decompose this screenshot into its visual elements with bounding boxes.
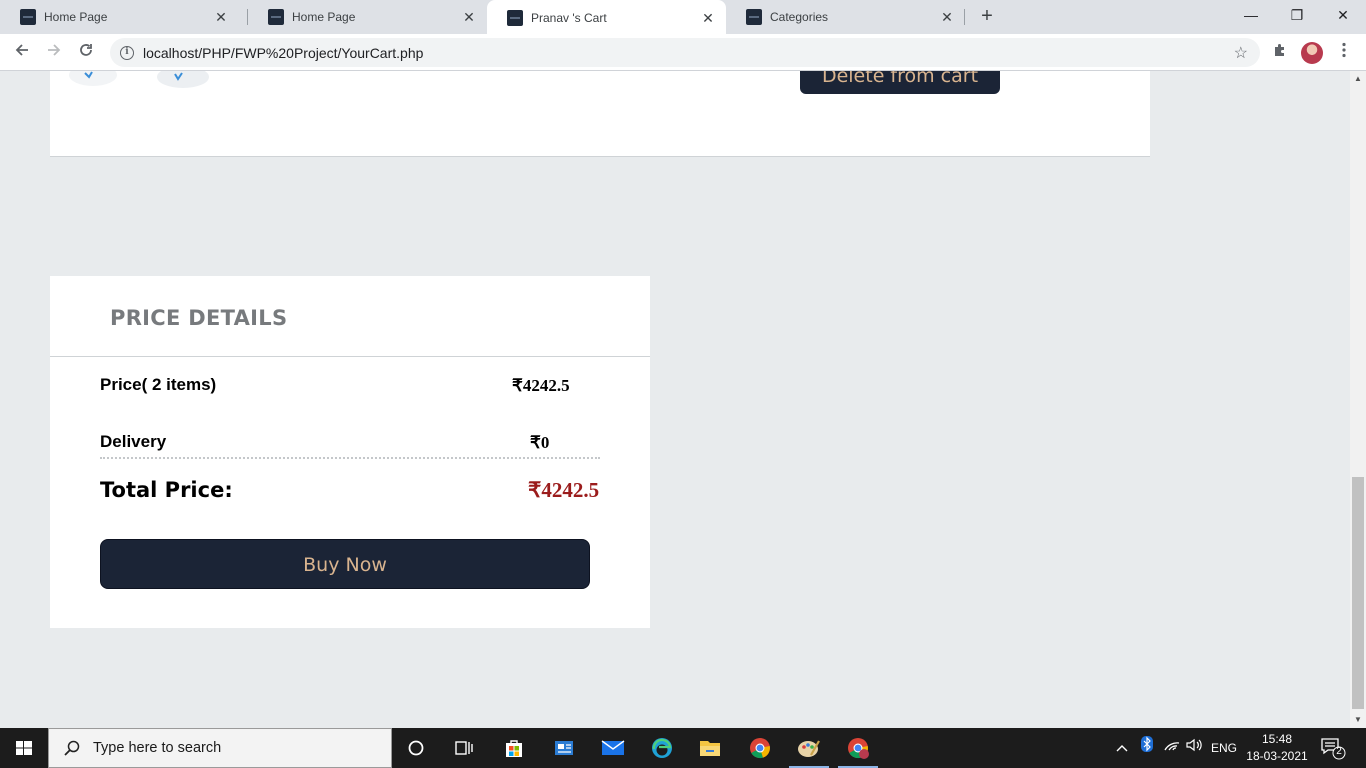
delivery-label: Delivery — [100, 432, 167, 451]
scroll-up-arrow-icon[interactable]: ▲ — [1350, 71, 1366, 87]
scroll-thumb[interactable] — [1352, 477, 1364, 709]
browser-tab[interactable]: Categories ✕ — [726, 0, 965, 34]
total-price-label: Total Price: — [100, 478, 233, 502]
tab-close-icon[interactable]: ✕ — [213, 9, 229, 25]
buy-now-button[interactable]: Buy Now — [100, 539, 590, 589]
tab-title: Home Page — [292, 10, 356, 24]
total-price-value: ₹4242.5 — [528, 478, 600, 502]
system-clock[interactable]: 15:48 18-03-2021 — [1244, 731, 1310, 765]
restore-button[interactable]: ❐ — [1274, 0, 1320, 30]
bluetooth-icon[interactable] — [1137, 728, 1157, 768]
profile-avatar[interactable] — [1301, 42, 1323, 64]
tab-close-icon[interactable]: ✕ — [461, 9, 477, 25]
product-image — [69, 71, 209, 88]
notification-count-badge: 2 — [1336, 746, 1342, 757]
forward-button[interactable] — [41, 40, 67, 66]
chrome-profile-icon[interactable] — [834, 728, 882, 768]
url-text: localhost/PHP/FWP%20Project/YourCart.php — [143, 44, 424, 61]
tab-title: Categories — [770, 10, 829, 24]
cortana-icon[interactable] — [392, 728, 440, 768]
clock-date: 18-03-2021 — [1246, 749, 1308, 763]
page-viewport: Delete from cart PRICE DETAILS Price( 2 … — [0, 71, 1350, 728]
windows-logo-icon — [16, 741, 32, 755]
browser-tab-active[interactable]: Pranav 's Cart ✕ — [487, 0, 726, 36]
forward-arrow-icon — [48, 44, 61, 56]
browser-tab-strip: Home Page ✕ Home Page ✕ Pranav 's Cart ✕… — [0, 0, 1366, 36]
search-placeholder: Type here to search — [93, 740, 222, 756]
file-explorer-icon[interactable] — [686, 728, 734, 768]
divider — [100, 457, 600, 459]
close-window-button[interactable]: ✕ — [1320, 0, 1366, 30]
address-bar[interactable]: i localhost/PHP/FWP%20Project/YourCart.p… — [110, 38, 1260, 67]
price-details-title: PRICE DETAILS — [110, 306, 288, 330]
mail-icon[interactable] — [589, 728, 637, 768]
site-favicon-icon — [268, 9, 284, 25]
site-favicon-icon — [20, 9, 36, 25]
site-favicon-icon — [507, 10, 523, 26]
volume-icon[interactable] — [1184, 728, 1206, 768]
tab-title: Home Page — [44, 10, 108, 24]
scroll-down-arrow-icon[interactable]: ▼ — [1350, 712, 1366, 728]
edge-browser-icon[interactable] — [638, 728, 686, 768]
microsoft-store-icon[interactable] — [490, 728, 538, 768]
bookmark-star-icon[interactable]: ☆ — [1234, 43, 1248, 63]
back-button[interactable] — [9, 40, 35, 66]
reload-icon — [80, 44, 92, 56]
language-indicator[interactable]: ENG — [1208, 728, 1240, 768]
page-scrollbar[interactable]: ▲ ▼ — [1350, 71, 1366, 728]
task-view-icon[interactable] — [440, 728, 488, 768]
browser-tab[interactable]: Home Page ✕ — [248, 0, 487, 34]
show-hidden-icons-chevron-icon[interactable] — [1112, 728, 1132, 768]
wifi-icon[interactable] — [1161, 728, 1183, 768]
search-icon — [64, 740, 80, 756]
notification-center-icon[interactable]: 2 — [1320, 736, 1346, 760]
browser-toolbar: i localhost/PHP/FWP%20Project/YourCart.p… — [0, 34, 1366, 71]
site-info-icon[interactable]: i — [120, 45, 134, 60]
site-favicon-icon — [746, 9, 762, 25]
reload-button[interactable] — [73, 40, 99, 66]
chrome-icon[interactable] — [736, 728, 784, 768]
paint-app-icon[interactable] — [785, 728, 833, 768]
back-arrow-icon — [15, 44, 28, 56]
windows-taskbar: Type here to search ENG 15:48 18-03-2021… — [0, 728, 1366, 768]
price-details-card: PRICE DETAILS Price( 2 items) ₹4242.5 De… — [50, 276, 650, 628]
delete-from-cart-button[interactable]: Delete from cart — [800, 71, 1000, 94]
new-tab-button[interactable]: + — [976, 5, 998, 27]
price-label: Price( 2 items) — [100, 375, 217, 394]
price-value: ₹4242.5 — [512, 376, 570, 395]
cart-item-card: Delete from cart — [50, 71, 1150, 157]
price-details-header: PRICE DETAILS — [50, 276, 650, 357]
clock-time: 15:48 — [1261, 732, 1293, 746]
tab-close-icon[interactable]: ✕ — [700, 10, 716, 26]
start-button[interactable] — [0, 728, 48, 768]
browser-tab[interactable]: Home Page ✕ — [0, 0, 239, 34]
tab-title: Pranav 's Cart — [531, 11, 607, 25]
news-app-icon[interactable] — [540, 728, 588, 768]
taskbar-search-box[interactable]: Type here to search — [48, 728, 392, 768]
extensions-puzzle-icon[interactable] — [1270, 42, 1290, 62]
tab-close-icon[interactable]: ✕ — [939, 9, 955, 25]
delivery-value: ₹0 — [530, 433, 550, 452]
tab-separator — [964, 9, 965, 25]
minimize-button[interactable]: — — [1228, 0, 1274, 30]
browser-menu-icon[interactable] — [1334, 42, 1354, 62]
